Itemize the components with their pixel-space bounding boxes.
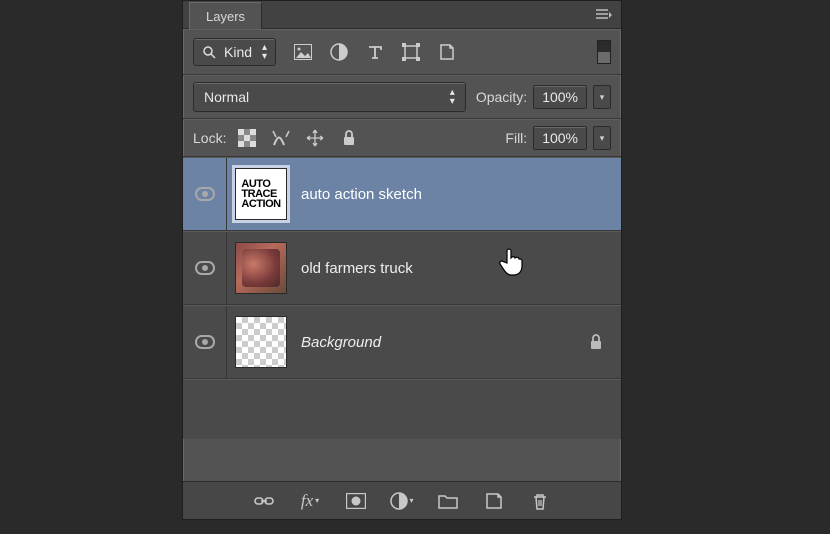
- blend-row: Normal ▴▾ Opacity: 100% ▾: [183, 75, 621, 119]
- panel-tab-bar: Layers: [183, 1, 621, 29]
- filter-row: Kind ▴▾: [183, 29, 621, 75]
- search-icon: [202, 45, 216, 59]
- opacity-dropdown[interactable]: ▾: [593, 85, 611, 109]
- layers-list: autotraceaction auto action sketch old f…: [183, 157, 621, 439]
- visibility-toggle[interactable]: [183, 158, 227, 230]
- blend-mode-label: Normal: [204, 89, 249, 105]
- panel-menu-button[interactable]: [593, 6, 615, 24]
- layer-thumbnail[interactable]: [235, 316, 287, 368]
- layers-panel: Layers Kind ▴▾: [182, 0, 622, 520]
- lock-position-icon[interactable]: [304, 127, 326, 149]
- new-adjustment-icon[interactable]: ▾: [389, 488, 415, 514]
- filter-toggle-switch[interactable]: [597, 40, 611, 64]
- layers-empty-area: [183, 379, 621, 439]
- eye-icon: [195, 335, 215, 349]
- lock-icons: [236, 127, 360, 149]
- opacity-value[interactable]: 100%: [533, 85, 587, 109]
- new-group-icon[interactable]: [435, 488, 461, 514]
- visibility-toggle[interactable]: [183, 306, 227, 378]
- panel-bottom-bar: fx▾ ▾: [183, 481, 621, 519]
- new-layer-icon[interactable]: [481, 488, 507, 514]
- layer-name[interactable]: old farmers truck: [301, 260, 413, 277]
- fill-label: Fill:: [505, 130, 527, 146]
- tab-layers[interactable]: Layers: [189, 2, 262, 29]
- add-mask-icon[interactable]: [343, 488, 369, 514]
- layer-row[interactable]: Background: [183, 305, 621, 379]
- lock-icon: [589, 334, 603, 350]
- lock-row: Lock: Fill: 100% ▾: [183, 119, 621, 157]
- lock-label: Lock:: [193, 130, 226, 146]
- delete-layer-icon[interactable]: [527, 488, 553, 514]
- lock-transparency-icon[interactable]: [236, 127, 258, 149]
- filter-type-icon[interactable]: [364, 41, 386, 63]
- layer-name[interactable]: Background: [301, 334, 381, 351]
- opacity-label: Opacity:: [476, 89, 527, 105]
- fill-dropdown[interactable]: ▾: [593, 126, 611, 150]
- layer-thumbnail[interactable]: autotraceaction: [235, 168, 287, 220]
- eye-icon: [195, 187, 215, 201]
- filter-kind-label: Kind: [224, 44, 252, 60]
- layer-name[interactable]: auto action sketch: [301, 186, 422, 203]
- updown-icon: ▴▾: [450, 88, 455, 106]
- fill-group: Fill: 100% ▾: [505, 126, 611, 150]
- lock-image-icon[interactable]: [270, 127, 292, 149]
- filter-smartobject-icon[interactable]: [436, 41, 458, 63]
- visibility-toggle[interactable]: [183, 232, 227, 304]
- filter-adjustment-icon[interactable]: [328, 41, 350, 63]
- fill-value[interactable]: 100%: [533, 126, 587, 150]
- filter-type-icons: [292, 41, 458, 63]
- lock-all-icon[interactable]: [338, 127, 360, 149]
- filter-kind-select[interactable]: Kind ▴▾: [193, 38, 276, 66]
- filter-pixel-icon[interactable]: [292, 41, 314, 63]
- layer-thumbnail[interactable]: [235, 242, 287, 294]
- opacity-group: Opacity: 100% ▾: [476, 85, 611, 109]
- filter-shape-icon[interactable]: [400, 41, 422, 63]
- blend-mode-select[interactable]: Normal ▴▾: [193, 82, 466, 112]
- link-layers-icon[interactable]: [251, 488, 277, 514]
- layer-row[interactable]: autotraceaction auto action sketch: [183, 157, 621, 231]
- layer-row[interactable]: old farmers truck: [183, 231, 621, 305]
- eye-icon: [195, 261, 215, 275]
- layer-style-icon[interactable]: fx▾: [297, 488, 323, 514]
- updown-icon: ▴▾: [262, 43, 267, 61]
